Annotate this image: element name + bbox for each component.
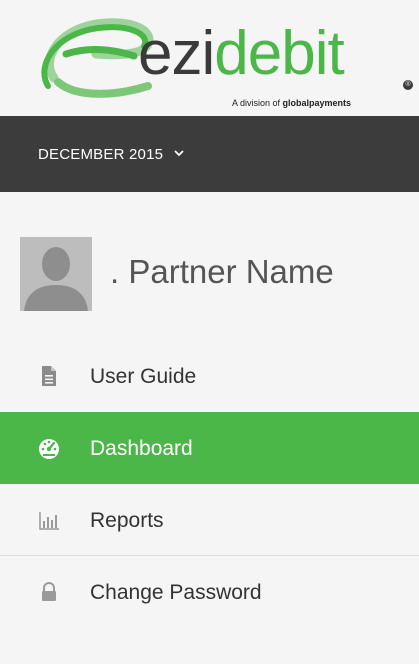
logo[interactable]: ezidebit ® A division of globalpayments	[0, 0, 419, 116]
profile: . Partner Name	[20, 237, 410, 317]
logo-tagline: A division of globalpayments	[232, 98, 351, 108]
document-icon	[42, 366, 56, 386]
period-label: DECEMBER 2015	[38, 146, 164, 163]
sidebar-nav: User Guide Dashboard Reports Change Pass…	[0, 340, 419, 628]
nav-item-label: User Guide	[90, 365, 197, 388]
logo-tagline-brand: globalpayments	[282, 98, 352, 108]
nav-item-reports[interactable]: Reports	[0, 484, 419, 556]
nav-item-label: Change Password	[90, 581, 262, 604]
logo-wordmark: ezidebit	[138, 19, 345, 88]
logo-wordmark-prefix: ezi	[138, 19, 215, 88]
period-bar: DECEMBER 2015	[0, 116, 419, 192]
chevron-down-icon	[173, 150, 184, 157]
dashboard-gauge-icon	[39, 439, 59, 459]
nav-item-label: Reports	[90, 509, 164, 532]
period-selector[interactable]: DECEMBER 2015	[38, 146, 184, 163]
lock-icon	[42, 582, 56, 601]
logo-tagline-prefix: A division of	[232, 98, 281, 108]
partner-name: . Partner Name	[110, 253, 334, 290]
nav-item-label: Dashboard	[90, 437, 193, 460]
nav-item-dashboard[interactable]: Dashboard	[0, 412, 419, 484]
bar-chart-icon	[39, 512, 59, 530]
registered-mark: ®	[403, 80, 413, 90]
user-silhouette-icon	[20, 237, 92, 311]
nav-item-change-password[interactable]: Change Password	[0, 556, 419, 628]
logo-wordmark-suffix: debit	[214, 19, 344, 88]
avatar	[20, 237, 92, 311]
nav-item-user-guide[interactable]: User Guide	[0, 340, 419, 412]
sidebar: ezidebit ® A division of globalpayments …	[0, 0, 419, 664]
